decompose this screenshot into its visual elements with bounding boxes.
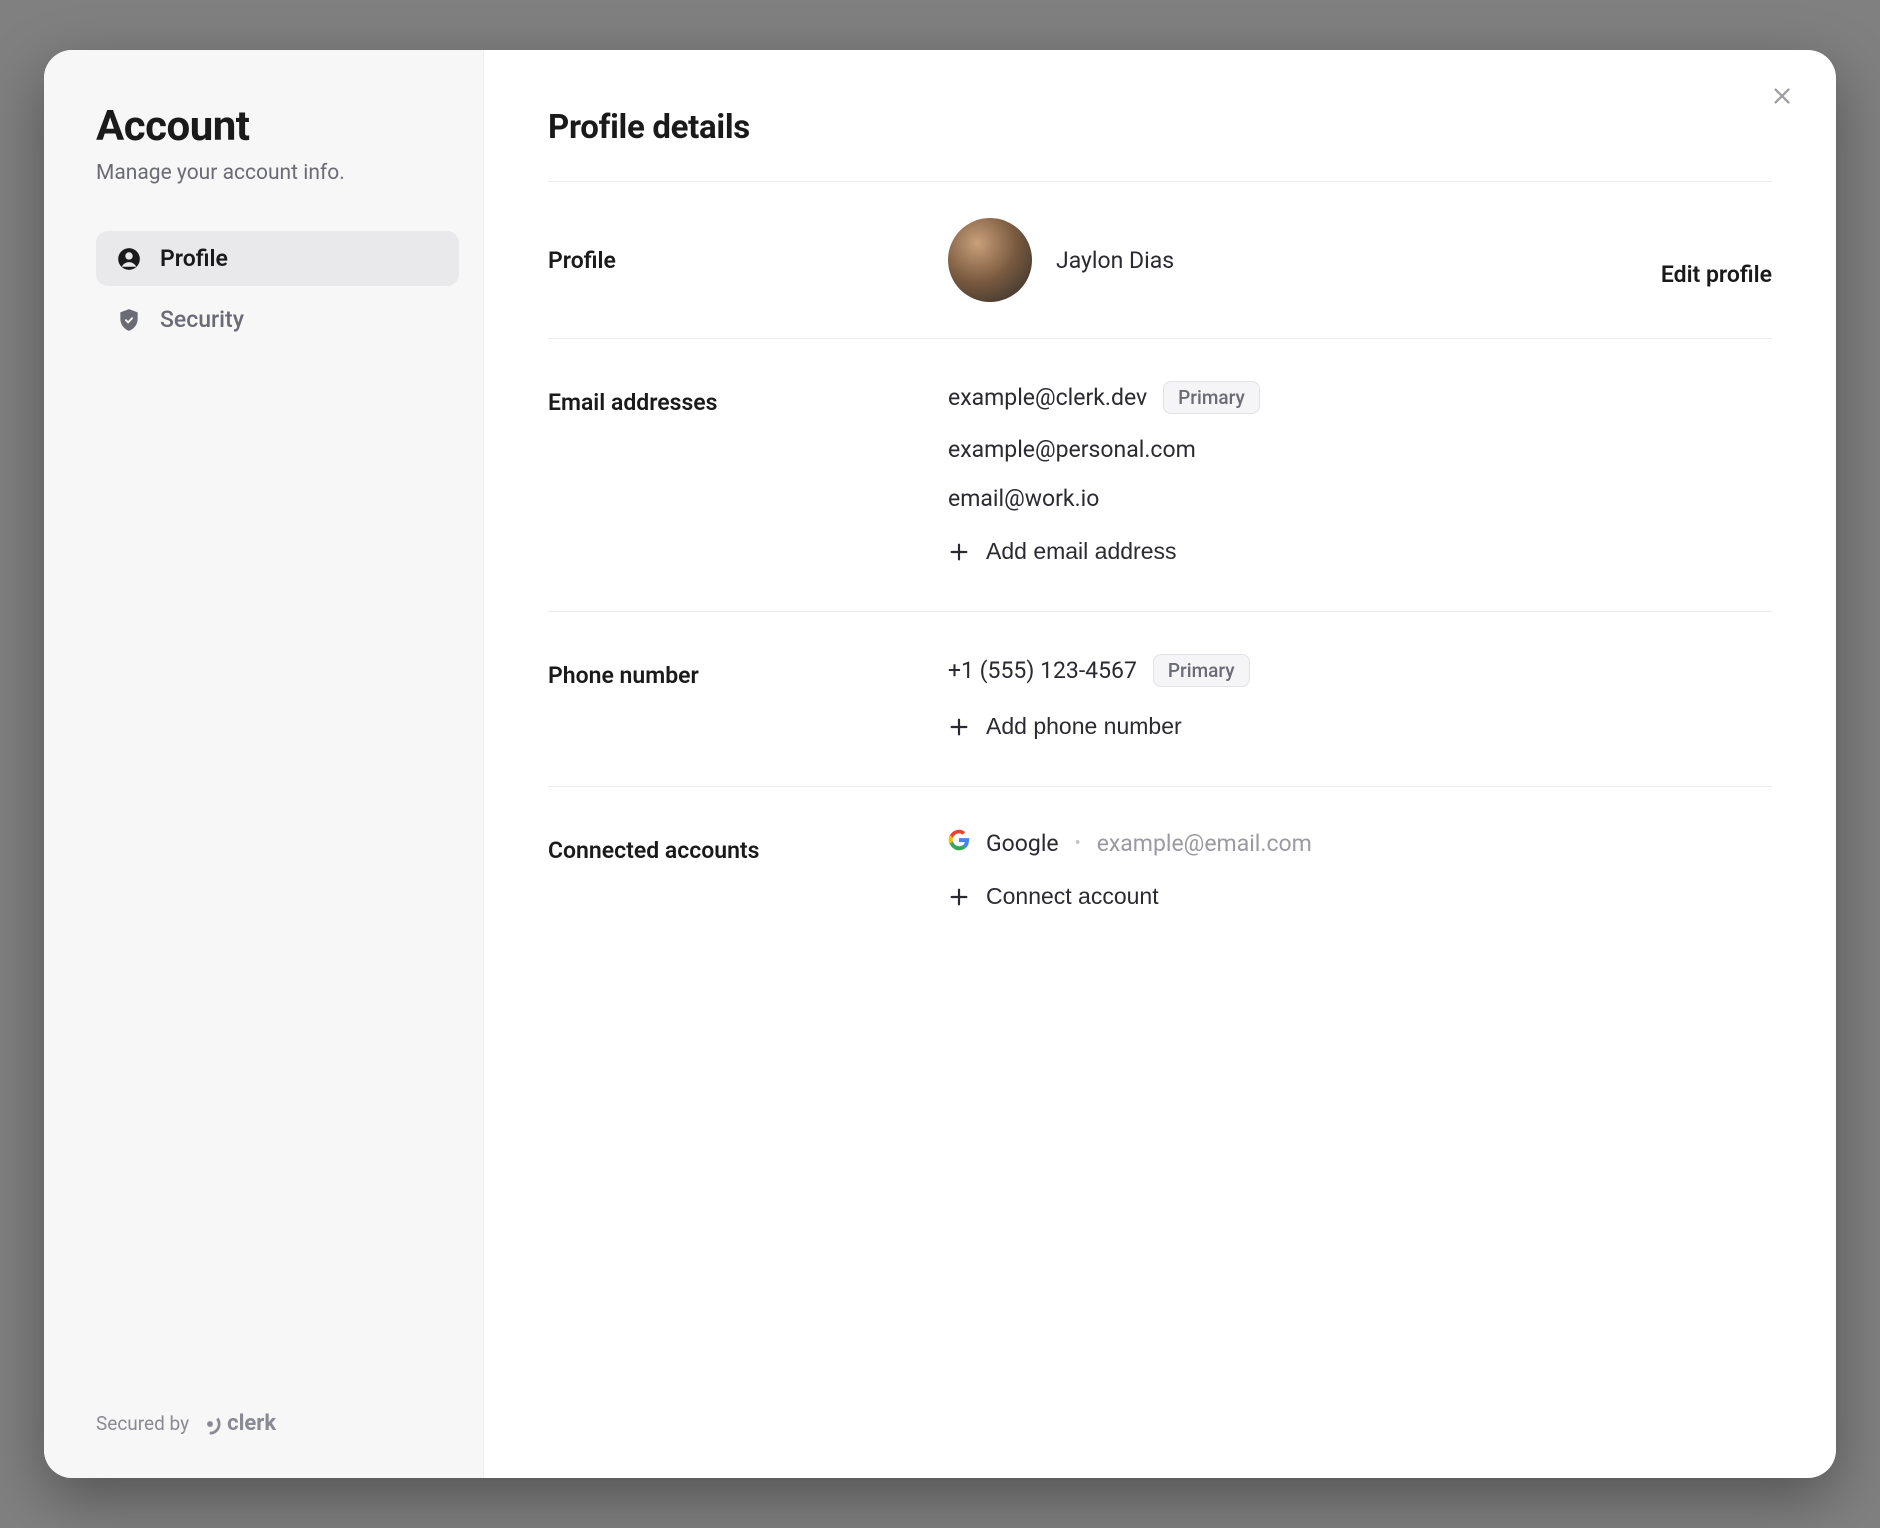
plus-icon (948, 541, 970, 563)
email-value: example@clerk.dev (948, 384, 1147, 411)
edit-profile-button[interactable]: Edit profile (1661, 233, 1772, 288)
add-email-button[interactable]: Add email address (948, 534, 1752, 569)
sidebar-item-profile[interactable]: Profile (96, 231, 459, 286)
email-row: example@personal.com (948, 436, 1752, 463)
connected-identifier: example@email.com (1097, 830, 1312, 857)
phone-row: +1 (555) 123-4567 Primary (948, 654, 1752, 687)
clerk-brand-text: clerk (227, 1411, 276, 1436)
connect-account-button[interactable]: Connect account (948, 879, 1752, 914)
shield-icon (116, 307, 142, 333)
section-emails: Email addresses example@clerk.dev Primar… (548, 338, 1772, 611)
plus-icon (948, 886, 970, 908)
primary-badge: Primary (1153, 654, 1250, 687)
sidebar-title: Account (96, 102, 459, 151)
section-label-connected: Connected accounts (548, 829, 928, 864)
account-modal: Account Manage your account info. Profil… (44, 50, 1836, 1478)
section-profile: Profile Jaylon Dias Edit profile (548, 181, 1772, 338)
profile-row: Jaylon Dias (948, 218, 1641, 302)
section-connected: Connected accounts Google • example@emai… (548, 786, 1772, 934)
phone-value: +1 (555) 123-4567 (948, 657, 1137, 684)
page-title: Profile details (548, 108, 1772, 147)
clerk-logo: clerk (199, 1411, 276, 1436)
sidebar-item-security[interactable]: Security (96, 292, 459, 347)
secured-by-text: Secured by (96, 1412, 189, 1435)
sidebar-item-label: Security (160, 306, 244, 333)
email-row: example@clerk.dev Primary (948, 381, 1752, 414)
close-icon (1771, 85, 1793, 107)
avatar (948, 218, 1032, 302)
connected-row: Google • example@email.com (948, 829, 1752, 857)
sidebar-subtitle: Manage your account info. (96, 161, 459, 185)
section-phone: Phone number +1 (555) 123-4567 Primary A… (548, 611, 1772, 786)
section-label-phone: Phone number (548, 654, 928, 689)
sidebar-nav: Profile Security (96, 231, 459, 347)
profile-name: Jaylon Dias (1056, 247, 1174, 274)
plus-icon (948, 716, 970, 738)
email-value: email@work.io (948, 485, 1099, 512)
add-phone-button[interactable]: Add phone number (948, 709, 1752, 744)
google-icon (948, 829, 970, 857)
sidebar-item-label: Profile (160, 245, 228, 272)
sidebar: Account Manage your account info. Profil… (44, 50, 484, 1478)
close-button[interactable] (1764, 78, 1800, 114)
email-value: example@personal.com (948, 436, 1196, 463)
separator-dot: • (1075, 833, 1081, 854)
section-label-emails: Email addresses (548, 381, 928, 416)
add-phone-label: Add phone number (986, 713, 1182, 740)
clerk-mark-icon (199, 1413, 221, 1435)
user-circle-icon (116, 246, 142, 272)
add-email-label: Add email address (986, 538, 1177, 565)
secured-by: Secured by clerk (96, 1411, 459, 1454)
primary-badge: Primary (1163, 381, 1260, 414)
section-label-profile: Profile (548, 247, 928, 274)
connect-account-label: Connect account (986, 883, 1159, 910)
connected-provider: Google (986, 830, 1059, 857)
email-row: email@work.io (948, 485, 1752, 512)
main-panel: Profile details Profile Jaylon Dias Edit… (484, 50, 1836, 1478)
